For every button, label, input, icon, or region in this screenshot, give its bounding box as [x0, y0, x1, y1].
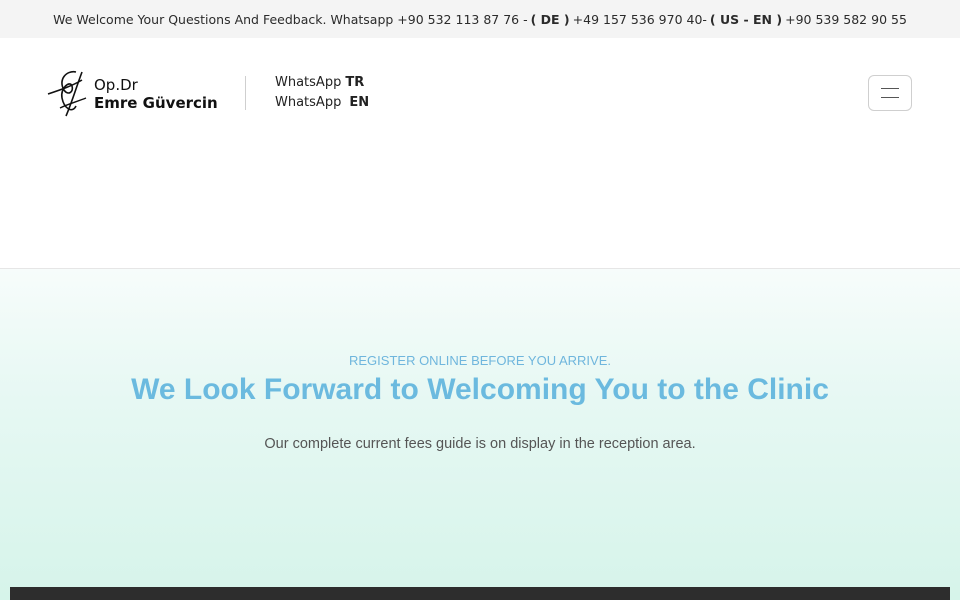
hero-title: We Look Forward to Welcoming You to the … — [131, 373, 829, 406]
logo-title: Op.Dr — [94, 76, 138, 94]
whatsapp-tr-label: WhatsApp — [275, 75, 342, 90]
de-label: ( DE ) — [530, 11, 570, 27]
whatsapp-tr-lang: TR — [345, 75, 365, 90]
whatsapp-links: WhatsApp TR WhatsApp EN — [275, 73, 369, 113]
whatsapp-en-link[interactable]: WhatsApp EN — [275, 93, 369, 113]
whatsapp-tr-link[interactable]: WhatsApp TR — [275, 73, 369, 93]
whatsapp-en-lang: EN — [349, 95, 370, 110]
footer-strip — [10, 587, 950, 600]
hero-kicker: REGISTER ONLINE BEFORE YOU ARRIVE. — [349, 353, 611, 368]
site-logo[interactable]: Op.Dr Emre Güvercin — [46, 68, 221, 120]
announcement-text: We Welcome Your Questions And Feedback. … — [53, 11, 528, 27]
hero-subtitle: Our complete current fees guide is on di… — [264, 436, 696, 452]
header-divider — [245, 76, 246, 110]
us-phone-link[interactable]: +90 539 582 90 55 — [785, 12, 907, 27]
de-phone-link[interactable]: +49 157 536 970 40- — [573, 12, 707, 27]
menu-toggle-button[interactable] — [868, 75, 912, 111]
announcement-bar: We Welcome Your Questions And Feedback. … — [0, 0, 960, 38]
us-label: ( US - EN ) — [709, 11, 783, 27]
logo-name: Emre Güvercin — [94, 94, 218, 112]
site-header: Op.Dr Emre Güvercin WhatsApp TR WhatsApp E… — [0, 38, 960, 269]
hamburger-menu-icon — [881, 88, 899, 98]
whatsapp-en-label: WhatsApp — [275, 95, 342, 110]
hero-section: REGISTER ONLINE BEFORE YOU ARRIVE. We Lo… — [0, 269, 960, 600]
